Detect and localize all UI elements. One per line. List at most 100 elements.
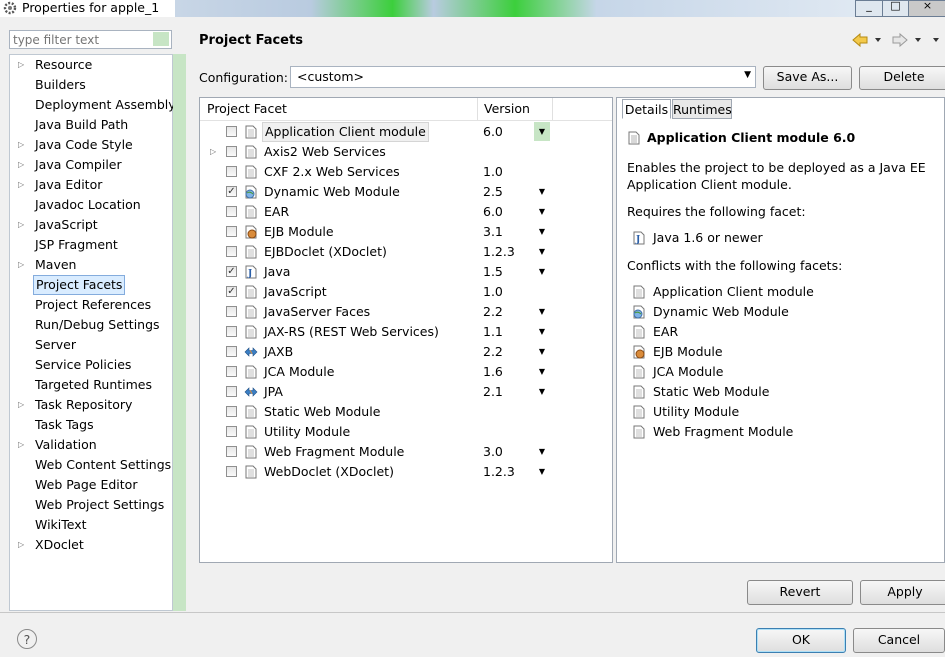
filter-clear-icon[interactable] (153, 32, 169, 46)
table-row[interactable]: JavaServer Faces 2.2 ▼ (200, 302, 612, 322)
close-button[interactable]: × (908, 0, 945, 17)
version-dropdown-icon[interactable]: ▼ (534, 242, 550, 262)
tree-item[interactable]: ▷ Maven (10, 255, 172, 275)
tree-item[interactable]: Web Project Settings (10, 495, 172, 515)
table-row[interactable]: ✓ Dynamic Web Module 2.5 ▼ (200, 182, 612, 202)
help-button[interactable]: ? (17, 629, 37, 649)
tree-item[interactable]: Service Policies (10, 355, 172, 375)
tree-item[interactable]: Run/Debug Settings (10, 315, 172, 335)
tree-item[interactable]: Project Facets (10, 275, 172, 295)
tree-item[interactable]: Server (10, 335, 172, 355)
facet-checkbox[interactable] (226, 406, 237, 417)
delete-button[interactable]: Delete (859, 66, 945, 90)
expand-arrow-icon[interactable]: ▷ (18, 435, 24, 455)
revert-button[interactable]: Revert (747, 580, 853, 605)
expand-arrow-icon[interactable]: ▷ (18, 155, 24, 175)
facet-checkbox[interactable]: ✓ (226, 266, 237, 277)
expand-arrow-icon[interactable]: ▷ (18, 395, 24, 415)
facet-checkbox[interactable]: ✓ (226, 286, 237, 297)
forward-arrow-icon[interactable] (892, 32, 908, 48)
tree-item[interactable]: ▷ Java Compiler (10, 155, 172, 175)
tree-item[interactable]: Javadoc Location (10, 195, 172, 215)
table-row[interactable]: ✓ JavaScript 1.0 (200, 282, 612, 302)
facet-checkbox[interactable] (226, 466, 237, 477)
tree-scrollbar[interactable] (173, 54, 186, 611)
table-row[interactable]: JPA 2.1 ▼ (200, 382, 612, 402)
version-dropdown-icon[interactable]: ▼ (534, 462, 550, 482)
configuration-select[interactable]: <custom> ▼ (290, 66, 756, 88)
facet-checkbox[interactable] (226, 346, 237, 357)
ok-button[interactable]: OK (756, 628, 846, 653)
expand-arrow-icon[interactable]: ▷ (18, 255, 24, 275)
facet-checkbox[interactable] (226, 446, 237, 457)
table-row[interactable]: EJB Module 3.1 ▼ (200, 222, 612, 242)
column-header-version[interactable]: Version (484, 101, 530, 116)
version-dropdown-icon[interactable]: ▼ (534, 262, 550, 282)
facet-checkbox[interactable] (226, 146, 237, 157)
expand-arrow-icon[interactable]: ▷ (18, 535, 24, 555)
minimize-button[interactable]: _ (855, 0, 883, 17)
version-dropdown-icon[interactable]: ▼ (534, 362, 550, 382)
facet-checkbox[interactable] (226, 166, 237, 177)
tree-item[interactable]: Java Build Path (10, 115, 172, 135)
version-dropdown-icon[interactable]: ▼ (534, 202, 550, 222)
table-row[interactable]: WebDoclet (XDoclet) 1.2.3 ▼ (200, 462, 612, 482)
tree-item[interactable]: Task Tags (10, 415, 172, 435)
facet-checkbox[interactable] (226, 306, 237, 317)
tree-item[interactable]: ▷ Validation (10, 435, 172, 455)
tab-details[interactable]: Details (622, 99, 671, 119)
table-row[interactable]: Utility Module (200, 422, 612, 442)
facet-checkbox[interactable] (226, 126, 237, 137)
back-arrow-icon[interactable] (852, 32, 868, 48)
version-dropdown-icon[interactable]: ▼ (534, 302, 550, 322)
facet-checkbox[interactable] (226, 206, 237, 217)
facet-checkbox[interactable] (226, 386, 237, 397)
facet-checkbox[interactable] (226, 326, 237, 337)
expand-arrow-icon[interactable]: ▷ (18, 55, 24, 75)
tree-item[interactable]: ▷ Resource (10, 55, 172, 75)
tree-item[interactable]: ▷ Java Editor (10, 175, 172, 195)
tree-item[interactable]: ▷ Task Repository (10, 395, 172, 415)
table-row[interactable]: Application Client module 6.0 ▼ (200, 122, 612, 142)
column-header-facet[interactable]: Project Facet (207, 101, 287, 116)
tree-item[interactable]: Project References (10, 295, 172, 315)
tree-item[interactable]: ▷ Java Code Style (10, 135, 172, 155)
table-row[interactable]: ✓ J Java 1.5 ▼ (200, 262, 612, 282)
forward-menu-chevron-icon[interactable] (915, 38, 921, 42)
version-dropdown-icon[interactable]: ▼ (534, 382, 550, 402)
version-dropdown-icon[interactable]: ▼ (534, 342, 550, 362)
table-row[interactable]: EAR 6.0 ▼ (200, 202, 612, 222)
table-row[interactable]: JCA Module 1.6 ▼ (200, 362, 612, 382)
expand-arrow-icon[interactable]: ▷ (210, 142, 216, 162)
facet-checkbox[interactable] (226, 246, 237, 257)
apply-button[interactable]: Apply (860, 580, 945, 605)
tab-runtimes[interactable]: Runtimes (672, 99, 732, 119)
view-menu-icon[interactable] (933, 38, 939, 42)
expand-arrow-icon[interactable]: ▷ (18, 175, 24, 195)
version-dropdown-icon[interactable]: ▼ (534, 442, 550, 462)
tree-item[interactable]: Deployment Assembly (10, 95, 176, 115)
table-row[interactable]: JAXB 2.2 ▼ (200, 342, 612, 362)
filter-input[interactable] (9, 30, 172, 49)
table-row[interactable]: Static Web Module (200, 402, 612, 422)
facet-checkbox[interactable] (226, 426, 237, 437)
version-dropdown-icon[interactable]: ▼ (534, 182, 550, 202)
back-menu-chevron-icon[interactable] (875, 38, 881, 42)
tree-item[interactable]: Builders (10, 75, 172, 95)
table-row[interactable]: ▷ Axis2 Web Services (200, 142, 612, 162)
tree-item[interactable]: WikiText (10, 515, 172, 535)
table-row[interactable]: JAX-RS (REST Web Services) 1.1 ▼ (200, 322, 612, 342)
expand-arrow-icon[interactable]: ▷ (18, 215, 24, 235)
table-row[interactable]: Web Fragment Module 3.0 ▼ (200, 442, 612, 462)
save-as-button[interactable]: Save As... (763, 66, 852, 90)
table-row[interactable]: EJBDoclet (XDoclet) 1.2.3 ▼ (200, 242, 612, 262)
table-row[interactable]: CXF 2.x Web Services 1.0 (200, 162, 612, 182)
tree-item[interactable]: ▷ XDoclet (10, 535, 172, 555)
facet-checkbox[interactable] (226, 226, 237, 237)
tree-item[interactable]: ▷ JavaScript (10, 215, 172, 235)
cancel-button[interactable]: Cancel (853, 628, 945, 653)
facet-checkbox[interactable] (226, 366, 237, 377)
version-dropdown-icon[interactable]: ▼ (534, 122, 550, 141)
tree-item[interactable]: JSP Fragment (10, 235, 172, 255)
facet-checkbox[interactable]: ✓ (226, 186, 237, 197)
